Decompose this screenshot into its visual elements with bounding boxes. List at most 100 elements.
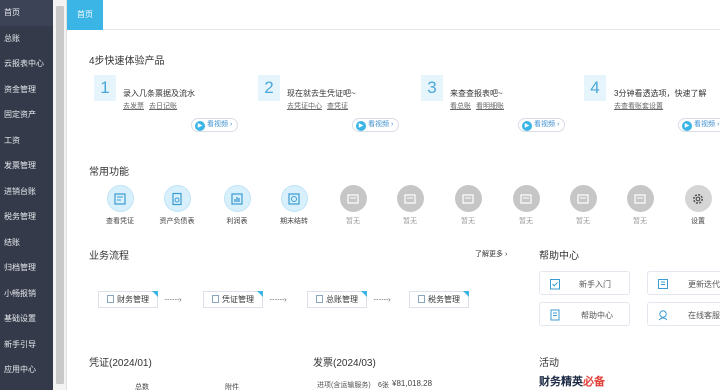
flow-step-label: 总账管理 — [326, 295, 358, 304]
flow-step-voucher[interactable]: 凭证管理 — [203, 291, 263, 308]
play-icon: ▶ — [356, 121, 366, 131]
func-view-voucher[interactable]: 查看凭证 — [100, 185, 140, 226]
clipboard-icon — [550, 279, 560, 290]
func-placeholder: 暂无 — [390, 185, 430, 226]
func-placeholder: 暂无 — [563, 185, 603, 226]
step-link-account-settings[interactable]: 去查看账套设置 — [614, 101, 663, 111]
func-label: 暂无 — [633, 218, 647, 225]
func-label: 暂无 — [576, 218, 590, 225]
invoice-row-count: 6张 — [378, 382, 389, 389]
video-label: 看视频 — [534, 121, 555, 128]
flow-arrow: ·········› — [164, 295, 182, 304]
flow-step-finance[interactable]: 财务管理 — [98, 291, 158, 308]
invoice-section-title: 发票(2024/03) — [313, 358, 376, 369]
banner-accent: 必备 — [583, 376, 605, 388]
activity-section-title: 活动 — [539, 358, 559, 369]
step-link-invoice[interactable]: 去发票 — [123, 101, 144, 111]
sidebar-item-inventory-ledger[interactable]: 进销台账 — [0, 179, 53, 205]
step-link-view-voucher[interactable]: 查凭证 — [327, 101, 348, 111]
voucher-section-title: 凭证(2024/01) — [89, 358, 152, 369]
help-card-label: 新手入门 — [579, 280, 611, 289]
headset-icon — [658, 310, 668, 321]
flow-step-tax[interactable]: 税务管理 — [409, 291, 469, 308]
func-period-close[interactable]: 期末结转 — [274, 185, 314, 226]
profit-chart-icon — [223, 185, 251, 212]
flow-step-label: 凭证管理 — [222, 295, 254, 304]
flow-arrow: ·········› — [373, 295, 391, 304]
sidebar-item-expense[interactable]: 小畅报销 — [0, 281, 53, 307]
sidebar-item-cloud-report[interactable]: 云报表中心 — [0, 51, 53, 77]
play-icon: ▶ — [682, 121, 692, 131]
func-balance-sheet[interactable]: 资产负债表 — [157, 185, 197, 226]
placeholder-icon — [339, 185, 367, 212]
func-label: 查看凭证 — [106, 218, 134, 225]
func-placeholder: 暂无 — [333, 185, 373, 226]
step-link-ledger[interactable]: 看总账 — [450, 101, 471, 111]
play-icon: ▶ — [195, 121, 205, 131]
tab-home[interactable]: 首页 — [67, 0, 103, 30]
document-icon — [107, 295, 114, 303]
help-card-updates[interactable]: 更新迭代 — [647, 271, 720, 295]
main-content: 4步快速体验产品 1 录入几条票据及流水 去发票 去日记账 ▶ 看视频 › 2 现… — [67, 30, 720, 390]
video-label: 看视频 — [207, 121, 228, 128]
sidebar-item-funds[interactable]: 资金管理 — [0, 77, 53, 103]
learn-more-link[interactable]: 了解更多 › — [475, 249, 507, 259]
document-icon — [212, 295, 219, 303]
voucher-attachment-label: 附件 — [225, 384, 239, 390]
func-label: 暂无 — [461, 218, 475, 225]
step-link-journal[interactable]: 去日记账 — [149, 101, 177, 111]
invoice-row-label: 进项(含运输服务) — [317, 382, 371, 389]
step-title: 来查查报表吧~ — [450, 89, 503, 98]
help-center-title: 帮助中心 — [539, 251, 579, 262]
sidebar-item-fixed-assets[interactable]: 固定资产 — [0, 102, 53, 128]
func-label: 期末结转 — [280, 218, 308, 225]
watch-video-button[interactable]: ▶ 看视频 › — [518, 118, 566, 132]
step-title: 现在就去生凭证吧~ — [287, 89, 356, 98]
sidebar-item-ledger[interactable]: 总账 — [0, 26, 53, 52]
period-close-icon — [280, 185, 308, 212]
help-card-help-center[interactable]: 帮助中心 — [539, 302, 630, 326]
workflow-title: 业务流程 — [89, 251, 129, 262]
help-card-online-service[interactable]: 在线客服 — [647, 302, 720, 326]
video-label: 看视频 — [368, 121, 389, 128]
step-link-detail-ledger[interactable]: 看明细账 — [476, 101, 504, 111]
step-number: 2 — [258, 75, 280, 101]
step-number: 1 — [94, 75, 116, 101]
func-profit-statement[interactable]: 利润表 — [217, 185, 257, 226]
quickstart-title: 4步快速体验产品 — [89, 56, 165, 67]
sidebar-item-apps[interactable]: 应用中心 — [0, 357, 53, 383]
video-label: 看视频 — [694, 121, 715, 128]
placeholder-icon — [569, 185, 597, 212]
sidebar-scroll-thumb[interactable] — [56, 6, 64, 384]
placeholder-icon — [512, 185, 540, 212]
document-icon — [550, 309, 560, 321]
func-settings[interactable]: 设置 — [678, 185, 718, 226]
sidebar-item-invoice[interactable]: 发票管理 — [0, 153, 53, 179]
sidebar-item-archive[interactable]: 归档管理 — [0, 255, 53, 281]
sidebar-item-payroll[interactable]: 工资 — [0, 128, 53, 154]
func-label: 利润表 — [226, 218, 248, 225]
voucher-icon — [106, 185, 134, 212]
voucher-total-label: 总数 — [135, 384, 149, 390]
step-link-voucher-center[interactable]: 去凭证中心 — [287, 101, 322, 111]
flow-step-ledger[interactable]: 总账管理 — [307, 291, 367, 308]
sidebar-item-tax[interactable]: 税务管理 — [0, 204, 53, 230]
common-functions-title: 常用功能 — [89, 167, 129, 178]
sidebar-item-settings[interactable]: 基础设置 — [0, 306, 53, 332]
tab-bar: 首页 — [67, 0, 720, 30]
activity-banner[interactable]: 财务精英必备 — [539, 373, 605, 389]
placeholder-icon — [454, 185, 482, 212]
watch-video-button[interactable]: ▶ 看视频 › — [191, 118, 239, 132]
sidebar-item-home[interactable]: 首页 — [0, 0, 53, 26]
func-label: 资产负债表 — [159, 218, 195, 225]
sidebar-item-guide[interactable]: 新手引导 — [0, 332, 53, 358]
watch-video-button[interactable]: ▶ 看视频 › — [352, 118, 400, 132]
help-card-beginner[interactable]: 新手入门 — [539, 271, 630, 295]
help-card-label: 更新迭代 — [688, 280, 720, 289]
play-icon: ▶ — [522, 121, 532, 131]
sidebar-item-closing[interactable]: 结账 — [0, 230, 53, 256]
func-label: 暂无 — [346, 218, 360, 225]
placeholder-icon — [396, 185, 424, 212]
document-icon — [316, 295, 323, 303]
watch-video-button[interactable]: ▶ 看视频 › — [678, 118, 720, 132]
